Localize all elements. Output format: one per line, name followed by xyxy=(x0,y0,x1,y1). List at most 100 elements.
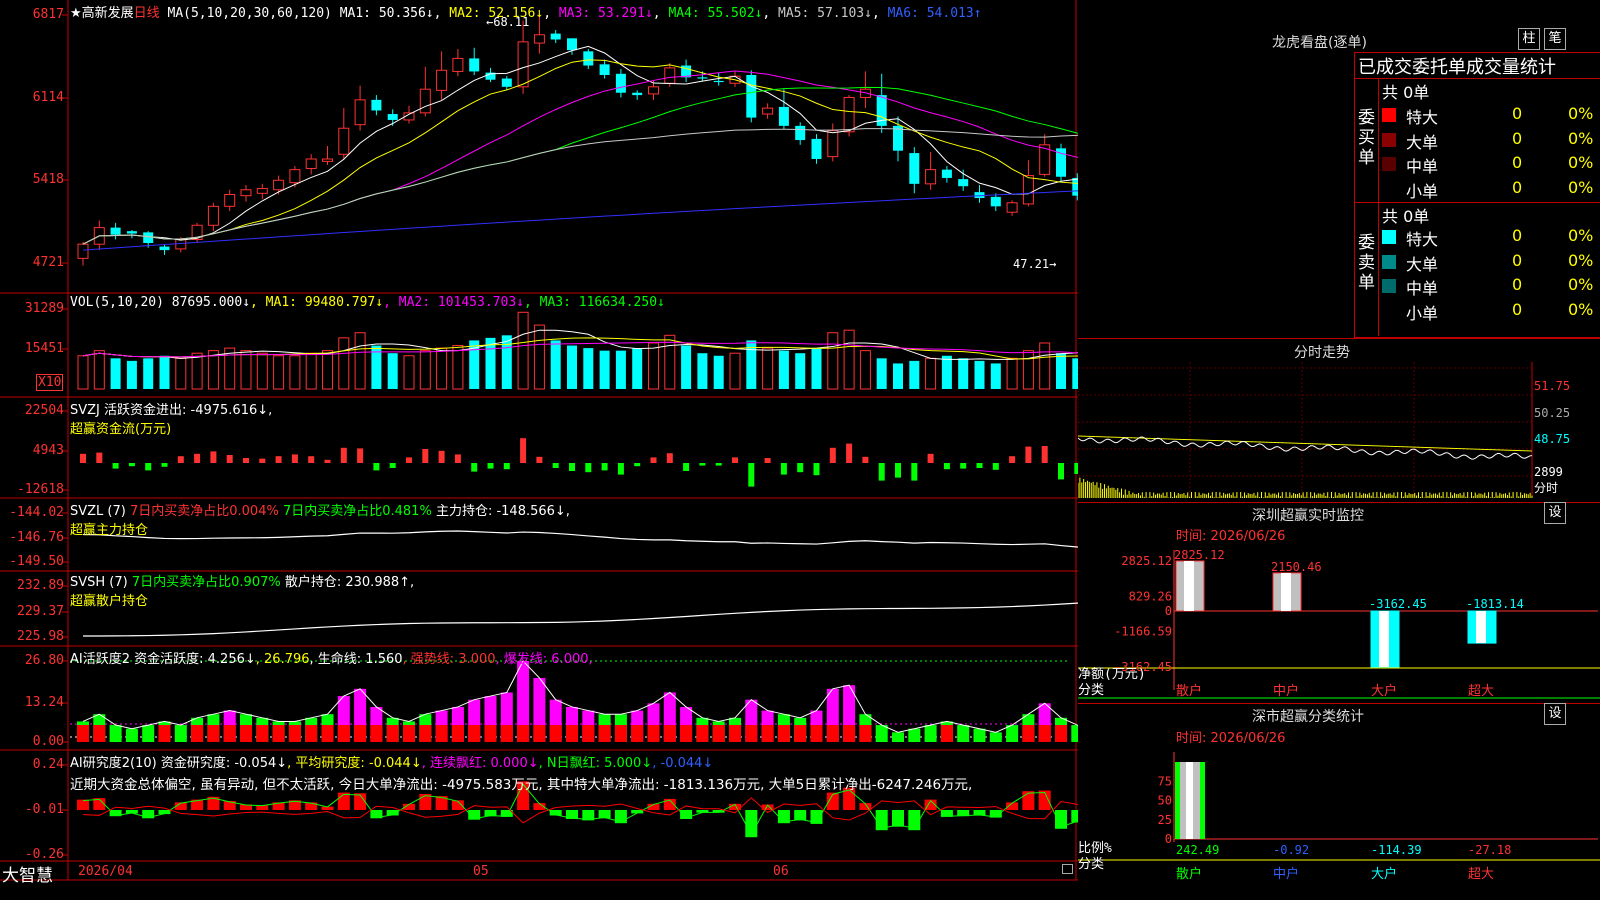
fund-flow-bar xyxy=(96,452,103,463)
period-label[interactable]: 日线 xyxy=(134,6,160,21)
fund-flow-bar xyxy=(992,463,999,470)
candle-body xyxy=(533,34,545,44)
row-percent: 0% xyxy=(1568,153,1594,172)
candle-body xyxy=(843,96,855,133)
ai-a: 资金活跃度: 4.256↓ xyxy=(134,652,256,667)
activity-bar-base xyxy=(777,725,790,742)
sell-order-row: 特大 0 0% xyxy=(1382,226,1600,249)
svsh-b: 散户持仓: 230.988↑, xyxy=(284,575,415,590)
monitor-top-border xyxy=(1078,502,1600,503)
svzj-axis-label: -12618 xyxy=(17,482,64,497)
fund-flow-bar xyxy=(536,456,543,463)
volume-bar xyxy=(827,332,839,390)
row-percent: 0% xyxy=(1568,275,1594,294)
class-settings-button[interactable]: 设 xyxy=(1544,703,1566,725)
activity-bar-base xyxy=(761,725,774,742)
intraday-chart[interactable]: 51.75 50.25 48.75 2899 分时 xyxy=(1078,362,1600,502)
fund-flow-bar xyxy=(699,463,706,466)
volume-bar xyxy=(632,348,643,389)
fund-flow-bar xyxy=(210,451,217,463)
column-toggle-button[interactable]: 柱 xyxy=(1518,28,1540,50)
svzl-c: 主力持仓: -148.566↓, xyxy=(435,504,570,519)
color-swatch xyxy=(1382,132,1396,147)
intraday-axis-label: 50.25 xyxy=(1534,406,1570,420)
vol-scale-badge: X10 xyxy=(36,374,64,391)
candle-body xyxy=(778,106,789,126)
vol-axis-label: 31289 xyxy=(24,301,64,316)
activity-bar-base xyxy=(484,725,497,742)
intraday-axis-label: 2899 xyxy=(1534,465,1563,479)
row-count: 0 xyxy=(1512,177,1523,197)
volume-bar xyxy=(795,353,806,389)
monitor-xlabel: 分类 xyxy=(1078,683,1104,698)
tick-toggle-button[interactable]: 笔 xyxy=(1544,28,1566,50)
fund-flow-bar xyxy=(862,456,869,463)
price-axis-label: 4721 xyxy=(32,255,64,270)
svzj-header: SVZJ 活跃资金进出: -4975.616↓, 超赢资金流(万元) xyxy=(70,399,272,437)
class-ylabel: 比例% xyxy=(1078,841,1112,856)
svsh-axis-label: 229.37 xyxy=(17,604,64,619)
candle-body xyxy=(925,169,937,185)
volume-bar xyxy=(501,335,512,389)
ai2-header: AI研究度2(10) 资金研究度: -0.054↓, 平均研究度: -0.044… xyxy=(70,752,972,793)
svsh-axis-label: 232.89 xyxy=(17,578,64,593)
ai2-d: , N日飘红: 5.000↓ xyxy=(538,756,653,771)
fund-flow-bar xyxy=(243,458,249,463)
fund-flow-bar xyxy=(683,463,690,471)
fund-flow-bar xyxy=(389,463,396,468)
svzl-b: 7日内买卖净占比0.481% xyxy=(282,504,432,519)
intraday-axis-label: 51.75 xyxy=(1534,379,1570,393)
activity-bar-base xyxy=(745,725,758,742)
activity-bar-base xyxy=(272,725,285,742)
color-swatch xyxy=(1382,157,1396,171)
research-bar xyxy=(892,810,904,827)
candle-body xyxy=(338,127,350,155)
activity-bar-base xyxy=(549,725,562,742)
volume-bar xyxy=(159,355,170,389)
candle-body xyxy=(452,57,464,72)
brand-logo[interactable]: 大智慧 xyxy=(2,861,53,886)
candle-body xyxy=(322,158,333,162)
monitor-bar-highlight xyxy=(1476,611,1486,644)
fund-flow-bar xyxy=(634,463,641,467)
volume-bar xyxy=(1056,353,1066,389)
fund-flow-bar xyxy=(194,453,201,463)
activity-bar-base xyxy=(207,725,220,742)
volume-bar xyxy=(387,353,398,389)
ma-line xyxy=(82,59,1078,245)
svzl-name: SVZL (7) xyxy=(70,504,126,519)
class-axis-label: 0 xyxy=(1165,832,1172,846)
volume-bar xyxy=(452,345,464,390)
vol-ma2: , MA2: 101453.703↓ xyxy=(383,295,524,310)
volume-bar xyxy=(550,340,561,389)
lock-icon[interactable] xyxy=(1062,864,1073,874)
activity-bar-base xyxy=(940,725,953,742)
svzl-a: 7日内买卖净占比0.004% xyxy=(129,504,279,519)
candle-body xyxy=(958,179,969,187)
fund-flow-bar xyxy=(308,456,315,463)
volume-bar xyxy=(762,347,774,390)
date-label-3: 06 xyxy=(773,864,789,879)
row-count: 0 xyxy=(1512,128,1523,148)
ma-line xyxy=(82,70,1078,245)
fund-flow-bar xyxy=(259,458,266,463)
monitor-ylabel: 净额(万元) xyxy=(1078,667,1146,682)
research-bar xyxy=(794,810,807,821)
activity-bar-base xyxy=(403,725,415,742)
svsh-a: 7日内买卖净占比0.907% xyxy=(131,575,281,590)
fund-flow-bar xyxy=(943,463,950,470)
candle-body xyxy=(256,188,268,194)
activity-bar-base xyxy=(93,725,106,742)
class-xlabel: 分类 xyxy=(1078,857,1104,872)
activity-bar xyxy=(875,725,888,742)
fund-flow-bar xyxy=(764,458,771,463)
stock-name[interactable]: ★高新发展 xyxy=(70,6,134,21)
monitor-settings-button[interactable]: 设 xyxy=(1544,502,1566,524)
price-axis-label: 6114 xyxy=(32,90,64,105)
activity-bar xyxy=(892,732,904,742)
volume-bar xyxy=(93,350,105,390)
monitor-title: 深圳超赢实时监控 xyxy=(1252,508,1364,524)
row-percent: 0% xyxy=(1568,104,1594,123)
candle-body xyxy=(469,58,480,72)
volume-bar xyxy=(240,350,252,390)
